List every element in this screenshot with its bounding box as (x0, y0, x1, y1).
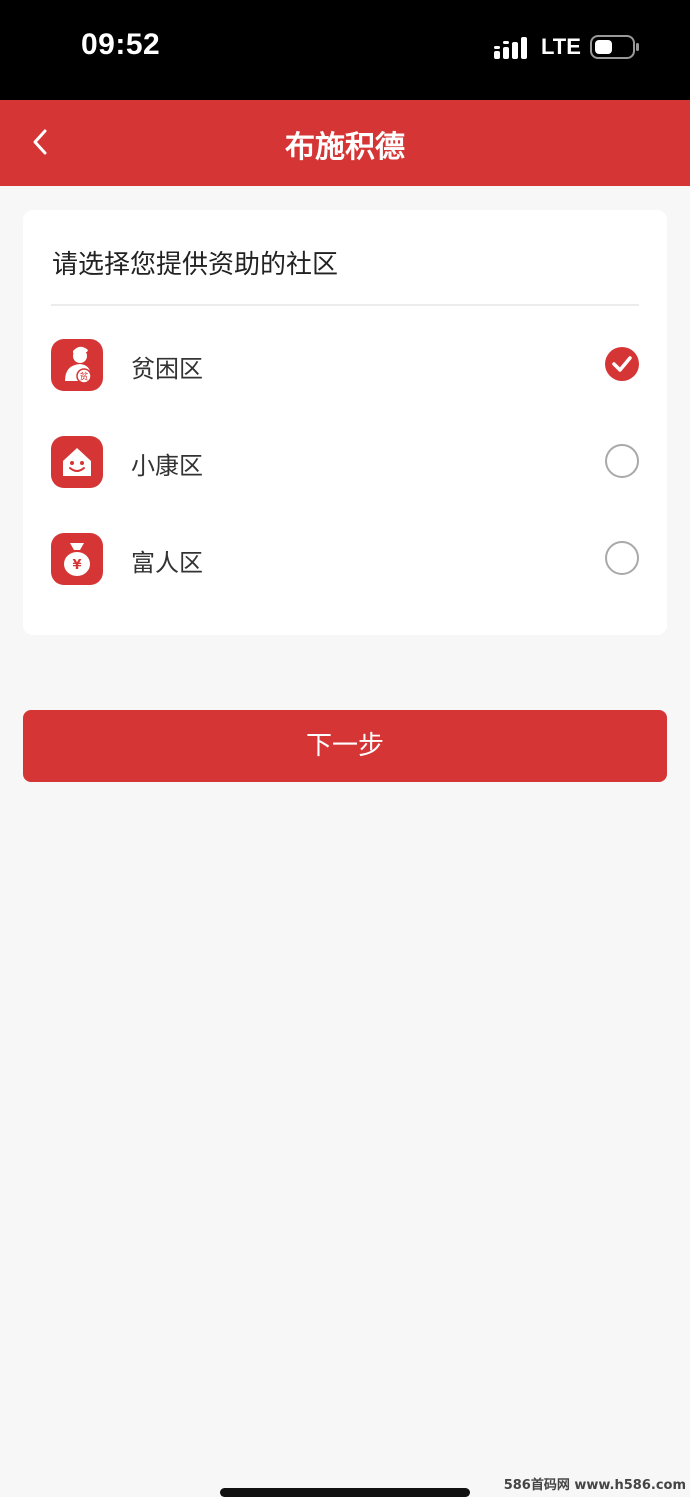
option-poverty-area[interactable]: 贫 贫困区 (23, 325, 667, 405)
next-step-button[interactable]: 下一步 (23, 710, 667, 782)
radio-unchecked[interactable] (605, 541, 639, 575)
network-type: LTE (541, 34, 581, 59)
option-label: 富人区 (131, 549, 203, 577)
card-title: 请选择您提供资助的社区 (52, 250, 339, 280)
svg-text:贫: 贫 (79, 371, 88, 383)
home-indicator (220, 1488, 470, 1497)
watermark: 586首码网 www.h586.com (503, 1478, 686, 1493)
svg-text:¥: ¥ (72, 558, 81, 573)
nav-bar: 布施积德 (0, 100, 690, 186)
option-label: 贫困区 (131, 355, 203, 383)
signal-bars-icon (494, 37, 530, 59)
status-time: 09:52 (81, 28, 161, 61)
page-title: 布施积德 (285, 130, 405, 165)
battery-icon (590, 34, 640, 60)
status-bar: 09:52 LTE (0, 0, 690, 100)
radio-checked[interactable] (605, 347, 639, 381)
option-moderate-area[interactable]: 小康区 (23, 422, 667, 502)
option-label: 小康区 (131, 452, 203, 480)
smiling-house-icon (51, 436, 103, 488)
checkmark-icon (612, 356, 632, 372)
option-rich-area[interactable]: ¥ 富人区 (23, 519, 667, 599)
divider (51, 304, 639, 306)
community-select-card: 请选择您提供资助的社区 贫 贫困区 小康区 ¥ 富人区 (23, 210, 667, 635)
poverty-person-icon: 贫 (51, 339, 103, 391)
money-bag-icon: ¥ (51, 533, 103, 585)
radio-unchecked[interactable] (605, 444, 639, 478)
